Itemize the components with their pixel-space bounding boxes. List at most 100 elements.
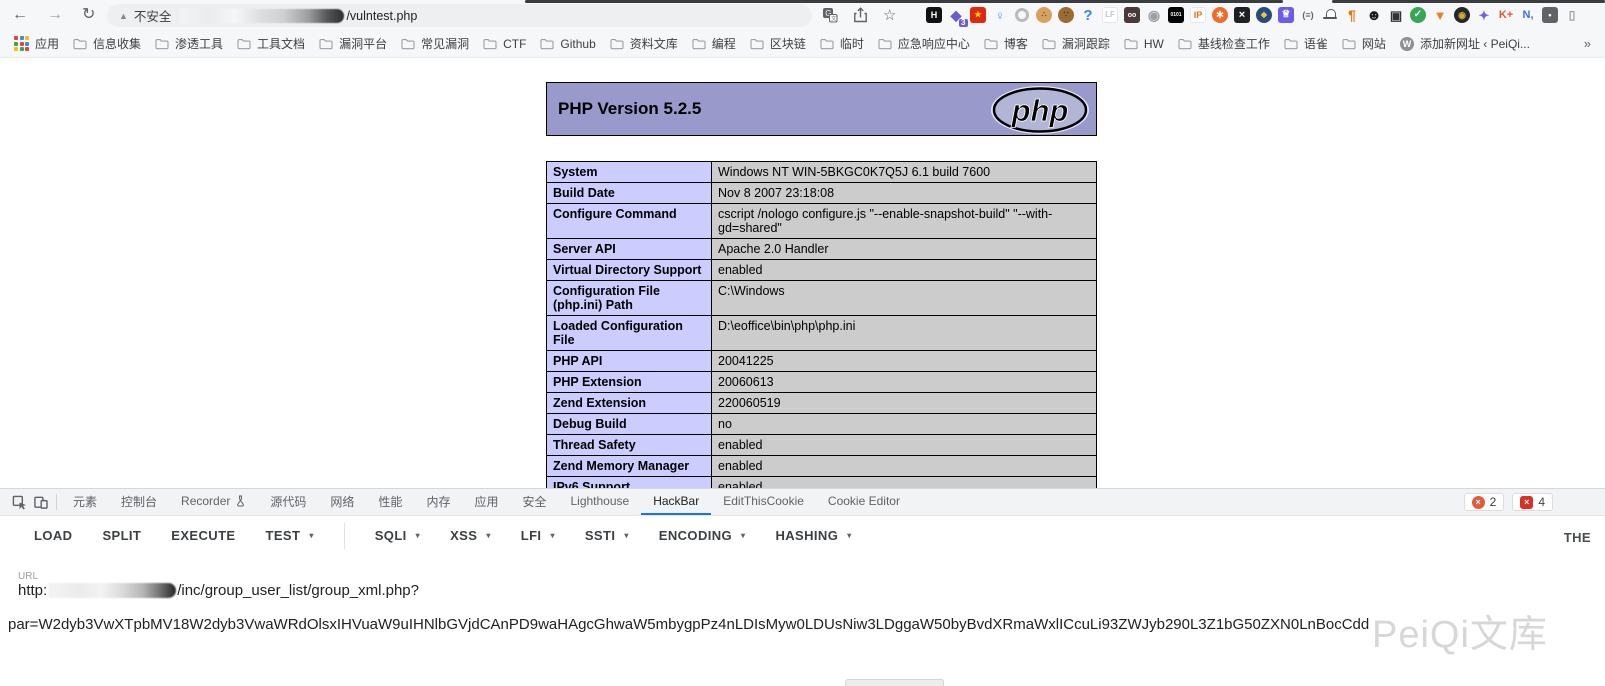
bookmark-folder[interactable]: HW [1124, 37, 1164, 51]
hackbar-menu-test[interactable]: TEST▾ [265, 528, 313, 543]
bookmark-label: 区块链 [770, 35, 806, 52]
devtools-tab-网络[interactable]: 网络 [318, 489, 366, 515]
k-plus-icon[interactable]: K+ [1498, 7, 1514, 23]
bookmark-folder[interactable]: 区块链 [750, 35, 806, 52]
white-hat-icon[interactable] [1322, 7, 1338, 23]
devtools-tab-hackbar[interactable]: HackBar [641, 489, 711, 515]
bookmark-folder[interactable]: 应急响应中心 [878, 35, 970, 52]
lf-label-icon[interactable]: LF [1102, 7, 1118, 23]
bookmark-folder[interactable]: 资料文库 [610, 35, 678, 52]
devtools-tab-元素[interactable]: 元素 [61, 489, 109, 515]
forward-button[interactable]: → [47, 7, 63, 23]
phpinfo-value: 20041225 [712, 351, 1097, 372]
purple-crown-icon[interactable]: ♕ [1278, 7, 1294, 23]
paw-icon[interactable]: ∗ [1212, 7, 1228, 23]
devtools-tab-性能[interactable]: 性能 [366, 489, 414, 515]
bookmark-folder[interactable]: 语雀 [1284, 35, 1328, 52]
hoodie-hacker-icon[interactable]: ☻ [1366, 7, 1382, 23]
hackbar-payload-field[interactable]: par=W2dyb3VwXTpbMV18W2dyb3VwaWRdOlsxIHVu… [8, 616, 1369, 633]
x-tool-icon[interactable]: × [1234, 7, 1250, 23]
devtools-tab-应用[interactable]: 应用 [462, 489, 510, 515]
green-check-icon[interactable]: ✓ [1410, 7, 1426, 23]
hackbar-menu-split[interactable]: SPLIT [102, 528, 141, 543]
bookmark-add-new-site[interactable]: W添加新网址 ‹ PeiQi... [1400, 35, 1530, 52]
tab-label: 应用 [474, 493, 498, 510]
bookmark-folder[interactable]: 漏洞跟踪 [1042, 35, 1110, 52]
devtools-tab-源代码[interactable]: 源代码 [258, 489, 318, 515]
devtools-tabbar: 元素控制台Recorder源代码网络性能内存应用 安全 LighthouseHack… [0, 489, 1605, 516]
cookie-bitten-icon[interactable]: ∵ [1058, 7, 1074, 23]
hackbar-menu-xss[interactable]: XSS▾ [450, 528, 491, 543]
hackbar-menu-hashing[interactable]: HASHING▾ [775, 528, 851, 543]
inspect-element-icon[interactable] [8, 489, 30, 515]
bookmark-star-icon[interactable]: ☆ [883, 6, 896, 24]
tab-label: 安全 [522, 493, 546, 510]
menu-divider [344, 523, 345, 549]
bookmark-folder[interactable]: 工具文档 [237, 35, 305, 52]
devtools-tab-recorder[interactable]: Recorder [169, 489, 258, 515]
pilcrow-arrow-icon[interactable]: ¶ [1344, 7, 1360, 23]
bookmark-folder[interactable]: 漏洞平台 [319, 35, 387, 52]
bookmark-folder[interactable]: Github [540, 37, 595, 51]
menu-label: LOAD [34, 528, 72, 543]
phpinfo-key: Thread Safety [547, 435, 712, 456]
bookmark-folder[interactable]: 临时 [820, 35, 864, 52]
bookmark-folder[interactable]: 渗透工具 [155, 35, 223, 52]
binary-icon[interactable]: 0101 [1168, 7, 1184, 23]
hackbar-theme-label[interactable]: THE [1564, 530, 1591, 545]
question-mark-icon[interactable]: ? [1080, 7, 1096, 23]
address-bar[interactable]: ▲ 不安全 /vulntest.php [107, 4, 812, 27]
device-toolbar-icon[interactable] [30, 489, 52, 515]
hackbar-menu-sqli[interactable]: SQLI▾ [375, 528, 420, 543]
china-flag-icon[interactable]: ★ [970, 7, 986, 23]
car-icon[interactable]: oo [1124, 7, 1140, 23]
cookie-icon[interactable]: ∴ [1036, 7, 1052, 23]
translate-icon[interactable]: G文 [822, 7, 838, 23]
devtools-tab-lighthouse[interactable]: Lighthouse [558, 489, 641, 515]
devtools-tab-内存[interactable]: 内存 [414, 489, 462, 515]
redacted-host-segment [48, 583, 176, 598]
metamask-fox-icon[interactable]: ▼ [1432, 7, 1448, 23]
bookmarks-overflow-chevron[interactable]: » [1584, 36, 1591, 51]
parentheses-icon[interactable]: (≡) [1300, 7, 1316, 23]
reload-button[interactable]: ↻ [82, 7, 95, 23]
phpinfo-key: Virtual Directory Support [547, 260, 712, 281]
gray-medal-icon[interactable]: ◉ [1146, 7, 1162, 23]
hackbar-menu-lfi[interactable]: LFI▾ [521, 528, 555, 543]
hackbar-menu-execute[interactable]: EXECUTE [171, 528, 235, 543]
phpinfo-key: Debug Build [547, 414, 712, 435]
devtools-tab-editthiscookie[interactable]: EditThisCookie [711, 489, 816, 515]
ip-lookup-icon[interactable]: IP [1190, 7, 1206, 23]
side-panel-icon[interactable]: ▯ [1564, 7, 1580, 23]
bookmark-folder[interactable]: 信息收集 [73, 35, 141, 52]
location-pin-icon[interactable]: ♀ [992, 7, 1008, 23]
gray-ring-icon[interactable] [1014, 7, 1030, 23]
bookmark-label: 应用 [35, 35, 59, 52]
bookmark-folder[interactable]: CTF [483, 37, 526, 51]
hackbar-url-field[interactable]: http: /inc/group_user_list/group_xml.php… [18, 582, 419, 599]
console-errors-badge[interactable]: ×2 [1464, 493, 1505, 511]
purple-rabbit-icon[interactable]: ✦ [1476, 7, 1492, 23]
robot-scan-icon[interactable]: ▣ [1388, 7, 1404, 23]
puzzle-icon[interactable]: • [1542, 7, 1558, 23]
wappalyzer-icon[interactable]: ◆3 [948, 7, 964, 23]
back-button[interactable]: ← [12, 7, 28, 23]
gold-badge-icon[interactable]: ◉ [1454, 7, 1470, 23]
share-icon[interactable] [853, 7, 868, 23]
h-extension-icon[interactable]: H [926, 7, 942, 23]
devtools-tab-cookie-editor[interactable]: Cookie Editor [816, 489, 912, 515]
issues-badge[interactable]: ×4 [1512, 493, 1553, 511]
bookmark-folder[interactable]: 常见漏洞 [401, 35, 469, 52]
bookmark-folder[interactable]: 博客 [984, 35, 1028, 52]
bookmark-folder[interactable]: 编程 [692, 35, 736, 52]
bookmark-folder[interactable]: 网站 [1342, 35, 1386, 52]
devtools-tab-控制台[interactable]: 控制台 [109, 489, 169, 515]
navy-gold-shield-icon[interactable]: ◆ [1256, 7, 1272, 23]
devtools-tab-安全[interactable]: 安全 [510, 489, 558, 515]
hackbar-menu-load[interactable]: LOAD [34, 528, 72, 543]
apps-shortcut[interactable]: 应用 [14, 35, 59, 52]
n-letter-icon[interactable]: N, [1520, 7, 1536, 23]
hackbar-menu-encoding[interactable]: ENCODING▾ [659, 528, 746, 543]
hackbar-menu-ssti[interactable]: SSTI▾ [585, 528, 629, 543]
bookmark-folder[interactable]: 基线检查工作 [1178, 35, 1270, 52]
